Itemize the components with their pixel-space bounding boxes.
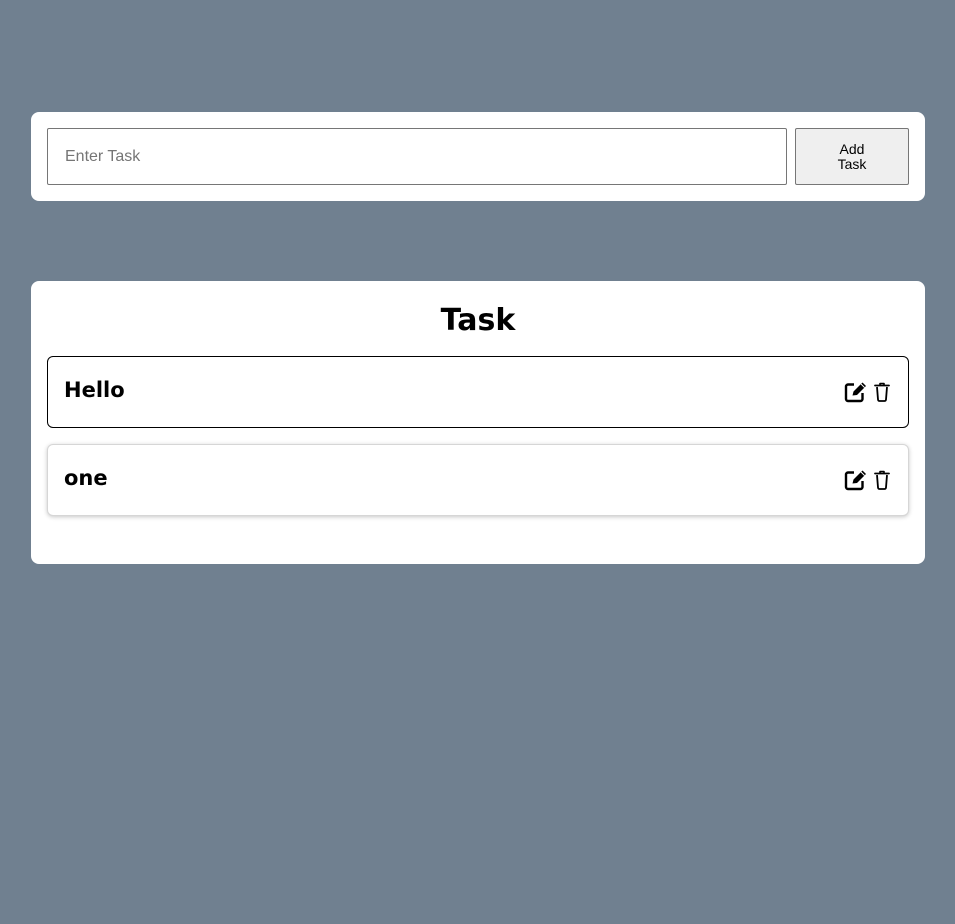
task-item[interactable]: Hello [47, 356, 909, 428]
task-input-card: Add Task [31, 112, 925, 201]
task-item-text: Hello [64, 378, 125, 402]
add-task-button[interactable]: Add Task [795, 128, 909, 185]
trash-icon[interactable] [874, 469, 890, 491]
edit-icon[interactable] [844, 469, 868, 491]
edit-icon[interactable] [844, 381, 868, 403]
task-list-title: Task [440, 303, 516, 338]
task-item[interactable]: one [47, 444, 909, 516]
task-item-text: one [64, 466, 108, 490]
task-list-card: Task Hello one [31, 281, 925, 564]
trash-icon[interactable] [874, 381, 890, 403]
task-input[interactable] [47, 128, 787, 185]
